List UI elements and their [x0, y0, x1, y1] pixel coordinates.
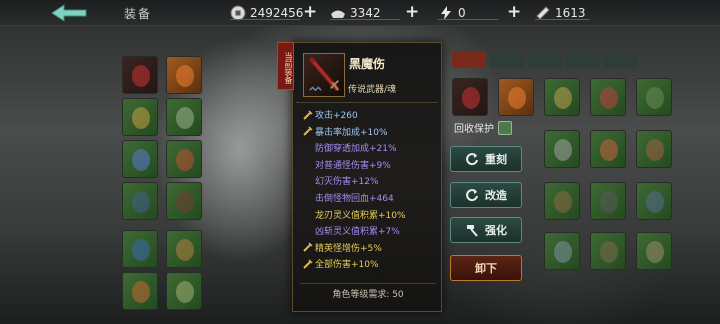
- blank-bullet: [303, 209, 313, 219]
- ticket-value: 1613: [555, 6, 586, 20]
- inventory-slot[interactable]: [636, 130, 672, 168]
- item-stat: 对普通怪伤害+9%: [303, 158, 391, 171]
- equip-slot[interactable]: [166, 98, 202, 136]
- inventory-slot[interactable]: [636, 182, 672, 220]
- inventory-slot[interactable]: [636, 78, 672, 116]
- divider: [330, 19, 400, 20]
- equip-slot[interactable]: [122, 272, 158, 310]
- inventory-slot[interactable]: [590, 232, 626, 270]
- inventory-tab[interactable]: [604, 52, 638, 68]
- coin-value: 2492456: [250, 6, 304, 20]
- resource-energy: 0: [438, 3, 488, 23]
- inventory-slot[interactable]: [544, 130, 580, 168]
- add-energy-button[interactable]: +: [507, 2, 521, 22]
- blank-bullet: [303, 226, 313, 236]
- item-stat-text: 龙刃灵义值积累+10%: [315, 210, 406, 221]
- divider: [438, 19, 498, 20]
- lock-toggle-icon[interactable]: [498, 120, 512, 135]
- level-requirement: 角色等级需求: 50: [332, 290, 404, 300]
- divider: [230, 19, 300, 20]
- equip-slot[interactable]: [122, 56, 158, 94]
- equip-slot[interactable]: [166, 182, 202, 220]
- item-type: 传说武器/魂: [348, 85, 397, 95]
- reforge-label: 重刻: [485, 153, 507, 166]
- divider: [535, 19, 590, 20]
- transform-label: 改造: [485, 189, 507, 202]
- item-stat-text: 对普通怪伤害+9%: [315, 160, 391, 171]
- sword-bullet-icon: [303, 109, 313, 120]
- item-stat-text: 暴击率加成+10%: [315, 127, 388, 138]
- blank-bullet: [303, 143, 313, 153]
- recycle-protect-label: 回收保护: [454, 124, 494, 135]
- item-stat: 防御穿透加成+21%: [303, 141, 397, 154]
- blank-bullet: [303, 159, 313, 169]
- item-stat: 龙刃灵义值积累+10%: [303, 208, 406, 221]
- inventory-slot[interactable]: [544, 182, 580, 220]
- equip-slot[interactable]: [122, 182, 158, 220]
- item-stat-text: 全部伤害+10%: [315, 260, 379, 271]
- item-stat-text: 击倒怪物回血+464: [315, 194, 394, 204]
- inventory-tab[interactable]: [566, 52, 600, 68]
- inventory-tab[interactable]: [452, 52, 486, 68]
- item-stat: 攻击+260: [303, 108, 358, 121]
- reforge-button[interactable]: 重刻: [450, 146, 522, 172]
- item-stat: 精英怪增伤+5%: [303, 241, 382, 254]
- blank-bullet: [303, 193, 313, 203]
- transform-button[interactable]: 改造: [450, 182, 522, 208]
- add-ingot-button[interactable]: +: [405, 2, 419, 22]
- add-coin-button[interactable]: +: [303, 2, 317, 22]
- recycle-protect-toggle[interactable]: 回收保护: [454, 120, 512, 135]
- sword-bullet-icon: [303, 242, 313, 253]
- equipped-tag: 当前装备: [277, 42, 294, 90]
- back-arrow-icon[interactable]: [50, 4, 88, 22]
- equip-slot[interactable]: [166, 56, 202, 94]
- hammer-icon: [467, 225, 478, 237]
- inventory-tab[interactable]: [528, 52, 562, 68]
- divider: [296, 102, 438, 103]
- inventory-slot[interactable]: [452, 78, 488, 116]
- equip-slot[interactable]: [122, 230, 158, 268]
- weapon-icon: [303, 53, 345, 97]
- page-title: 装备: [124, 7, 153, 21]
- item-stat: 全部伤害+10%: [303, 257, 379, 270]
- item-stat: 暴击率加成+10%: [303, 125, 388, 138]
- equip-slot[interactable]: [122, 98, 158, 136]
- item-stat: 击倒怪物回血+464: [303, 191, 394, 204]
- enhance-button[interactable]: 强化: [450, 217, 522, 243]
- inventory-slot[interactable]: [544, 78, 580, 116]
- ingot-value: 3342: [350, 6, 381, 20]
- inventory-slot[interactable]: [544, 232, 580, 270]
- sword-bullet-icon: [303, 126, 313, 136]
- refresh-icon: [466, 153, 478, 166]
- unequip-label: 卸下: [475, 262, 497, 275]
- item-stat-text: 攻击+260: [315, 111, 358, 121]
- resource-ticket: 1613: [535, 3, 586, 23]
- equip-slot[interactable]: [122, 140, 158, 178]
- resource-coin: 2492456: [230, 3, 303, 23]
- unequip-button[interactable]: 卸下: [450, 255, 522, 281]
- item-stat-text: 精英怪增伤+5%: [315, 243, 382, 254]
- sword-bullet-icon: [303, 259, 313, 269]
- resource-ingot: 3342: [330, 3, 381, 23]
- inventory-slot[interactable]: [590, 78, 626, 116]
- enhance-label: 强化: [485, 224, 507, 237]
- blank-bullet: [303, 176, 313, 186]
- equip-slot[interactable]: [166, 230, 202, 268]
- item-stat-text: 凶斩灵义值积累+7%: [315, 227, 400, 238]
- item-name: 黑魔伤: [349, 57, 386, 71]
- inventory-slot[interactable]: [590, 182, 626, 220]
- item-stat-text: 幻灭伤害+12%: [315, 177, 379, 188]
- inventory-slot[interactable]: [498, 78, 534, 116]
- equip-slot[interactable]: [166, 140, 202, 178]
- energy-value: 0: [458, 6, 466, 20]
- inventory-tab[interactable]: [490, 52, 524, 68]
- inventory-slot[interactable]: [590, 130, 626, 168]
- item-stat: 幻灭伤害+12%: [303, 174, 379, 187]
- inventory-slot[interactable]: [636, 232, 672, 270]
- refresh-icon: [466, 189, 478, 202]
- equip-slot[interactable]: [166, 272, 202, 310]
- item-stat-text: 防御穿透加成+21%: [315, 144, 397, 155]
- item-stat: 凶斩灵义值积累+7%: [303, 224, 400, 237]
